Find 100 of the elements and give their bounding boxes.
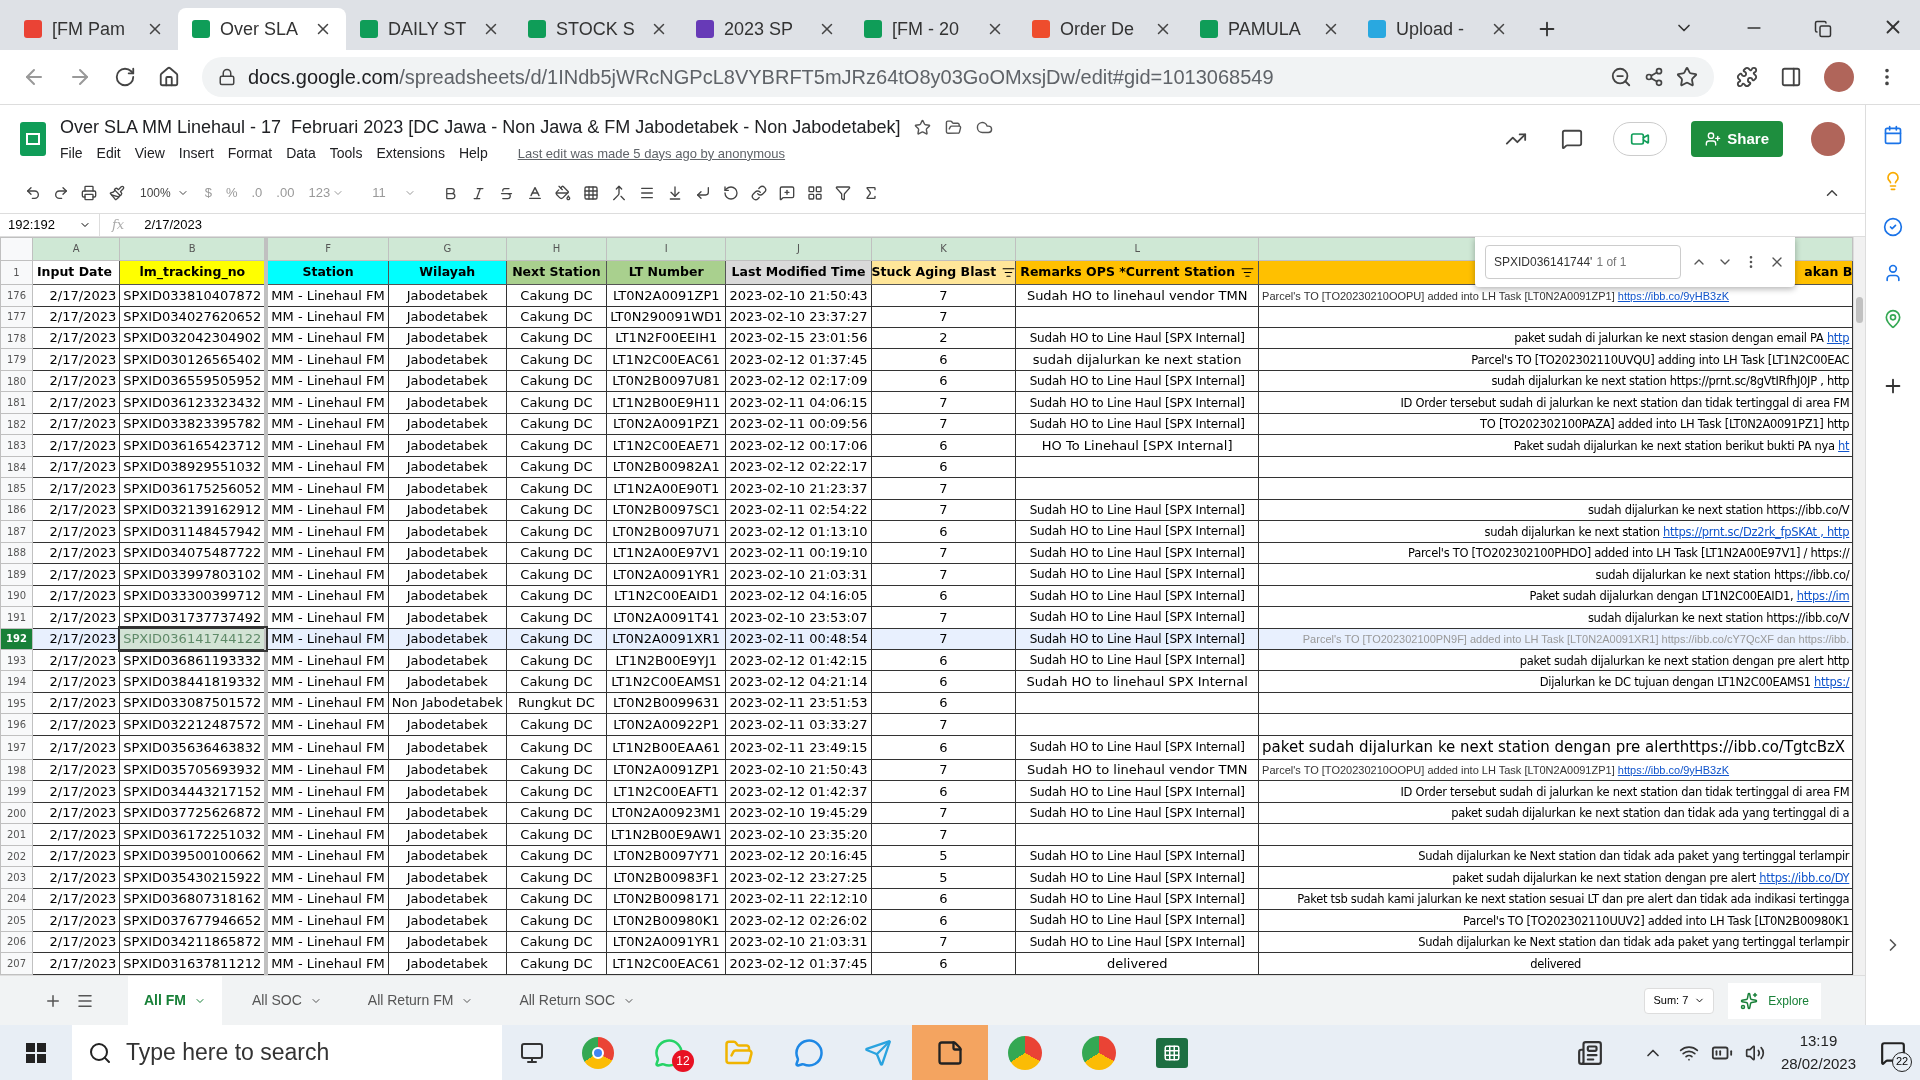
strikethrough-icon[interactable]	[499, 185, 515, 201]
document-title[interactable]: Over SLA MM Linehaul - 17 Februari 2023 [DC Jawa - Non Jawa & FM Jabodetabek - Non Jabodetabek]	[60, 114, 901, 141]
row-number[interactable]: 197	[0, 735, 33, 760]
account-avatar[interactable]	[1811, 122, 1845, 156]
find-field[interactable]: SPXID036141744' 1 of 1	[1485, 245, 1681, 279]
row-number[interactable]: 193	[0, 649, 33, 671]
explore-button[interactable]: Explore	[1728, 982, 1821, 1019]
chrome-profile-icon[interactable]	[1082, 1035, 1116, 1070]
wrap-icon[interactable]	[694, 185, 711, 201]
browser-tab[interactable]: 2023 SP	[682, 8, 850, 50]
maps-icon[interactable]	[1883, 309, 1903, 329]
restore-icon[interactable]	[1814, 20, 1832, 38]
share-button[interactable]: Share	[1691, 121, 1783, 157]
formula-field[interactable]: 2/17/2023	[136, 215, 210, 235]
link[interactable]: https:/	[1814, 674, 1850, 689]
borders-icon[interactable]	[582, 185, 599, 201]
calendar-icon[interactable]	[1883, 125, 1903, 145]
row-number[interactable]: 199	[0, 780, 33, 803]
row-number[interactable]: 176	[0, 284, 33, 306]
undo-icon[interactable]	[25, 185, 41, 201]
share-icon[interactable]	[1644, 67, 1664, 87]
extensions-icon[interactable]	[1736, 66, 1758, 88]
sheet-tab[interactable]: All Return FM	[351, 975, 490, 1026]
menu-item[interactable]: Insert	[178, 143, 214, 164]
row-number[interactable]: 200	[0, 802, 33, 824]
italic-icon[interactable]	[471, 185, 487, 201]
row-number[interactable]: 186	[0, 499, 33, 521]
bookmark-icon[interactable]	[1676, 66, 1698, 88]
menu-item[interactable]: Format	[227, 143, 273, 164]
row-number[interactable]: 202	[0, 845, 33, 867]
menu-item[interactable]: Data	[286, 143, 316, 164]
print-icon[interactable]	[81, 185, 97, 201]
clock-date[interactable]: 28/02/2023	[1780, 1052, 1856, 1075]
sheet-tab[interactable]: All SOC	[236, 975, 338, 1026]
row-number[interactable]: 192	[0, 628, 33, 650]
row-number[interactable]: 179	[0, 348, 33, 371]
tasks-icon[interactable]	[1883, 217, 1903, 237]
task-view-icon[interactable]	[520, 1040, 544, 1065]
menu-item[interactable]: Extensions	[376, 143, 445, 164]
filter-icon[interactable]	[834, 185, 851, 201]
sheet-tab[interactable]: All FM	[128, 975, 222, 1026]
row-number[interactable]: 201	[0, 823, 33, 846]
move-icon[interactable]	[945, 119, 963, 136]
row-number[interactable]: 191	[0, 606, 33, 629]
filter-icon[interactable]	[1002, 265, 1016, 279]
fill-color-icon[interactable]	[554, 185, 571, 201]
browser-tab[interactable]: STOCK S	[514, 8, 682, 50]
browser-tab[interactable]: [FM Pam	[10, 8, 178, 50]
sheets-logo-icon[interactable]	[20, 122, 46, 156]
reload-icon[interactable]	[114, 66, 136, 88]
side-panel-icon[interactable]	[1780, 66, 1802, 88]
column-letter[interactable]: H	[552, 243, 561, 255]
row-number[interactable]: 205	[0, 909, 33, 932]
column-letter[interactable]: B	[188, 243, 196, 255]
zoom-select[interactable]: 100%	[132, 184, 197, 202]
filter-icon[interactable]	[1241, 265, 1255, 279]
zoom-icon[interactable]	[1610, 66, 1632, 88]
spreadsheet-app-icon[interactable]	[1156, 1037, 1188, 1068]
volume-icon[interactable]	[1744, 1042, 1765, 1063]
vertical-scrollbar[interactable]	[1853, 237, 1865, 975]
row-number[interactable]: 190	[0, 585, 33, 607]
profile-avatar[interactable]	[1824, 62, 1854, 92]
row-number[interactable]: 177	[0, 306, 33, 328]
link[interactable]: https://ibb.co/DY	[1759, 870, 1850, 885]
link[interactable]: https://ibb.co/9yHB3zK	[1617, 289, 1730, 302]
chrome-profile-icon[interactable]	[1008, 1035, 1042, 1070]
menu-item[interactable]: File	[60, 143, 83, 164]
browser-tab[interactable]: PAMULA	[1186, 8, 1354, 50]
redo-icon[interactable]	[53, 185, 69, 201]
clock-time[interactable]: 13:19	[1799, 1030, 1838, 1053]
row-number[interactable]: 1	[0, 260, 33, 285]
row-number[interactable]: 189	[0, 563, 33, 586]
news-icon[interactable]	[1576, 1039, 1603, 1066]
row-number[interactable]: 180	[0, 370, 33, 392]
address-field[interactable]: docs.google.com/spreadsheets/d/1INdb5jWRcNGPcL8VYBRFT5mJRz64tO8y03GoOMxsjDw/edit#gid=1013068549	[202, 57, 1714, 97]
row-number[interactable]: 185	[0, 477, 33, 500]
row-number[interactable]: 187	[0, 520, 33, 543]
merge-icon[interactable]	[610, 185, 627, 201]
sum-select[interactable]: Sum: 7	[1644, 987, 1715, 1014]
row-number[interactable]: 178	[0, 327, 33, 349]
browser-tab[interactable]: Order De	[1018, 8, 1186, 50]
column-letter[interactable]: G	[443, 243, 452, 255]
star-icon[interactable]	[914, 119, 932, 136]
menu-item[interactable]: Tools	[329, 143, 363, 164]
align-icon[interactable]	[638, 185, 655, 201]
rotate-icon[interactable]	[722, 185, 739, 201]
link[interactable]: http	[1826, 331, 1850, 346]
last-edit-link[interactable]: Last edit was made 5 days ago by anonymous	[517, 143, 786, 164]
link[interactable]: https://prnt.sc/Dz2rk_fpSKAt , http	[1663, 524, 1850, 539]
chrome-icon[interactable]	[582, 1036, 614, 1069]
messenger-icon[interactable]	[794, 1037, 824, 1068]
menu-item[interactable]: View	[134, 143, 165, 164]
column-letter[interactable]: J	[797, 243, 800, 255]
row-number[interactable]: 198	[0, 759, 33, 781]
menu-item[interactable]: Help	[458, 143, 488, 164]
browser-tab[interactable]: [FM - 20	[850, 8, 1018, 50]
link[interactable]: ht	[1838, 438, 1850, 453]
row-number[interactable]: 206	[0, 931, 33, 953]
row-number[interactable]: 207	[0, 952, 33, 975]
browser-tab[interactable]: DAILY ST	[346, 8, 514, 50]
